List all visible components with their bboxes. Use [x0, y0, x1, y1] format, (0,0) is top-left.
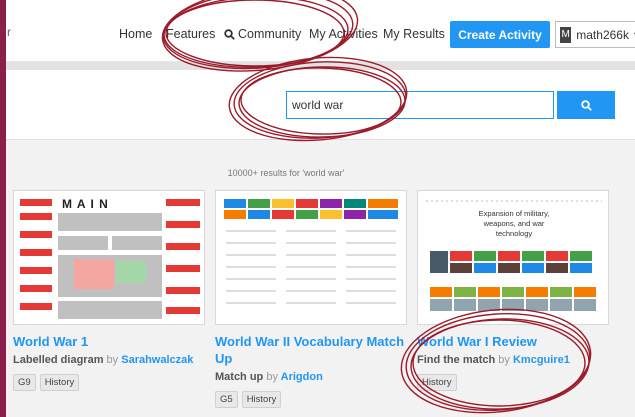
- activity-type: Find the match: [417, 354, 496, 366]
- results-count: 10000+ results for 'world war': [227, 168, 345, 178]
- card-meta: Match up by Arigdon: [215, 371, 405, 383]
- card-meta: Find the match by Kmcguire1: [417, 354, 607, 366]
- by-label: by: [498, 354, 510, 366]
- nav-home-link[interactable]: Home: [119, 27, 152, 41]
- tag-list: G5 History: [215, 391, 405, 408]
- matchup-thumbnail-image: [216, 191, 406, 324]
- author-link[interactable]: Kmcguire1: [513, 354, 570, 366]
- divider-strip: [6, 62, 635, 70]
- username-label: math266k: [576, 27, 629, 42]
- nav-features-link[interactable]: Features: [166, 27, 215, 41]
- search-panel: [6, 70, 635, 140]
- thumbnail-heading: Expansion of military, weapons, and war …: [478, 209, 550, 238]
- nav-community-link[interactable]: Community: [224, 27, 301, 41]
- nav-activities-link[interactable]: My Activities: [309, 27, 378, 41]
- activity-thumbnail[interactable]: Expansion of military, weapons, and war …: [417, 190, 609, 325]
- search-input[interactable]: [286, 91, 554, 119]
- search-icon: [224, 28, 235, 40]
- search-icon: [580, 99, 592, 111]
- card-title[interactable]: World War II Vocabulary Match Up: [215, 333, 405, 367]
- author-link[interactable]: Arigdon: [281, 371, 323, 383]
- thumbnail-heading: M A I N: [62, 197, 109, 211]
- create-activity-button[interactable]: Create Activity: [450, 21, 550, 48]
- tag[interactable]: G5: [215, 391, 238, 408]
- tag[interactable]: History: [241, 391, 282, 408]
- diagram-thumbnail-image: [14, 191, 204, 324]
- card-title[interactable]: World War 1: [13, 333, 203, 350]
- by-label: by: [106, 354, 119, 366]
- activity-type: Labelled diagram: [13, 354, 104, 366]
- cropped-text: r: [7, 25, 11, 39]
- search-button[interactable]: [557, 91, 615, 119]
- user-menu[interactable]: M math266k ▾: [555, 21, 635, 48]
- result-card[interactable]: M A I N World War 1 Labelled diagram by …: [13, 190, 205, 391]
- nav-results-link[interactable]: My Results: [383, 27, 445, 41]
- activity-thumbnail[interactable]: M A I N: [13, 190, 205, 325]
- tag[interactable]: History: [417, 374, 457, 391]
- top-navbar: r Home Features Community My Activities …: [6, 0, 635, 62]
- activity-thumbnail[interactable]: [215, 190, 407, 325]
- result-card[interactable]: World War II Vocabulary Match Up Match u…: [215, 190, 407, 408]
- nav-community-label: Community: [238, 27, 302, 41]
- avatar: M: [560, 26, 572, 43]
- activity-type: Match up: [215, 371, 264, 383]
- by-label: by: [266, 371, 278, 383]
- tag-list: G9 History: [13, 374, 203, 391]
- card-meta: Labelled diagram by Sarahwalczak: [13, 354, 203, 366]
- tag-list: History: [417, 374, 607, 391]
- author-link[interactable]: Sarahwalczak: [121, 354, 193, 366]
- tag[interactable]: History: [39, 374, 80, 391]
- card-title[interactable]: World War I Review: [417, 333, 607, 350]
- tag[interactable]: G9: [13, 374, 36, 391]
- result-card[interactable]: Expansion of military, weapons, and war …: [417, 190, 609, 391]
